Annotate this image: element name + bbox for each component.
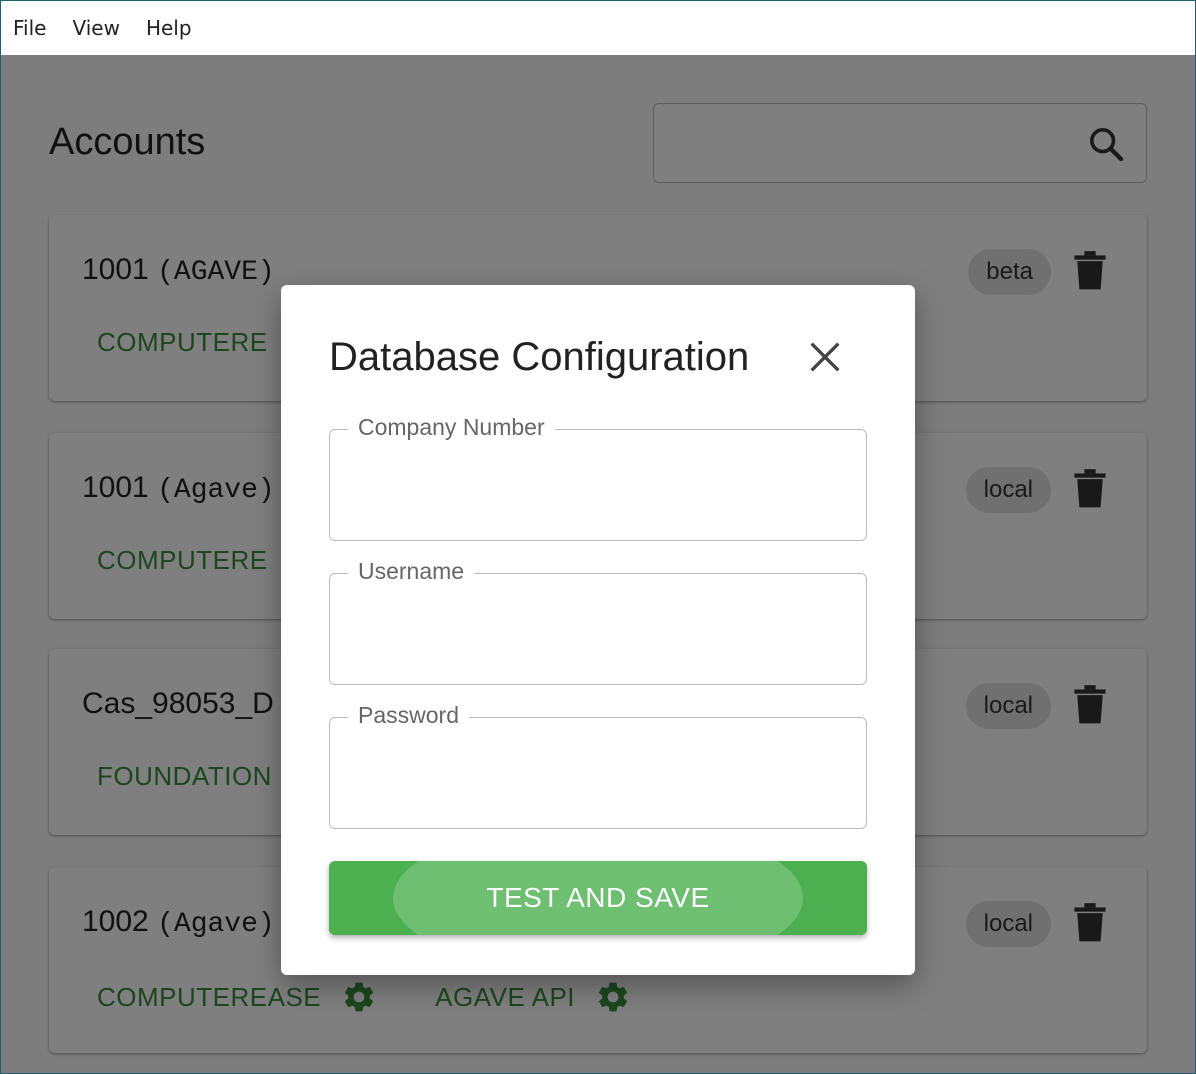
close-icon[interactable] — [805, 337, 845, 377]
password-input[interactable] — [348, 748, 848, 798]
field-label: Company Number — [348, 414, 555, 441]
username-field[interactable]: Username — [329, 558, 867, 685]
menu-help[interactable]: Help — [146, 16, 192, 40]
dialog-title: Database Configuration — [329, 335, 750, 379]
app-window: File View Help Accounts 1001 (AGAVE) bet… — [0, 0, 1196, 1074]
company-number-field[interactable]: Company Number — [329, 414, 867, 541]
menubar: File View Help — [1, 1, 1195, 55]
password-field[interactable]: Password — [329, 702, 867, 829]
field-label: Username — [348, 558, 475, 585]
button-label: TEST AND SAVE — [486, 882, 710, 913]
field-label: Password — [348, 702, 469, 729]
company-number-input[interactable] — [348, 460, 848, 510]
database-config-dialog: Database Configuration Company Number Us… — [281, 285, 915, 975]
menu-file[interactable]: File — [13, 16, 46, 40]
test-and-save-button[interactable]: TEST AND SAVE — [329, 861, 867, 935]
menu-view[interactable]: View — [72, 16, 119, 40]
username-input[interactable] — [348, 604, 848, 654]
